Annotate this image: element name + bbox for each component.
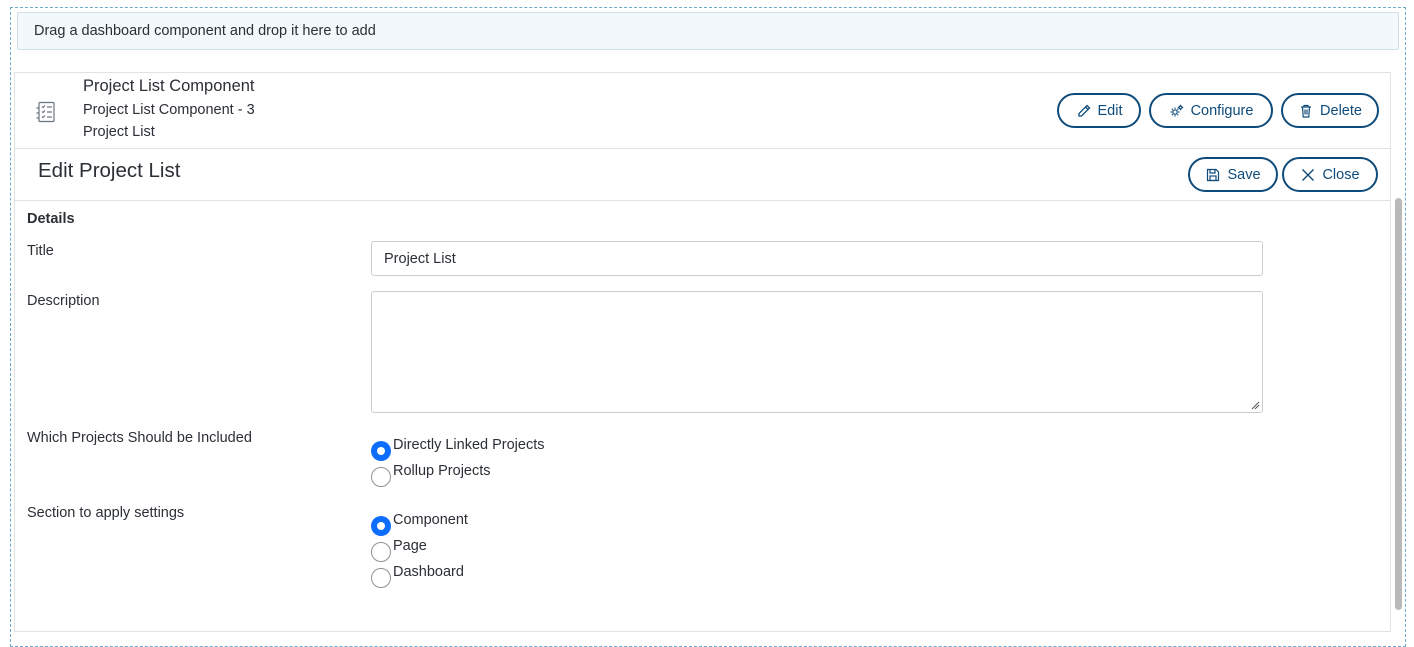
radio-directly-linked[interactable]: Directly Linked Projects: [371, 437, 545, 461]
configure-button[interactable]: Configure: [1149, 93, 1273, 128]
scrollbar-thumb[interactable]: [1395, 198, 1402, 610]
radio-label: Dashboard: [393, 564, 464, 580]
details-heading: Details: [27, 211, 75, 227]
delete-button-label: Delete: [1320, 102, 1362, 119]
radio-button[interactable]: [371, 467, 391, 487]
radio-button-checked[interactable]: [371, 441, 391, 461]
resize-grip-icon[interactable]: [1250, 400, 1260, 410]
edit-button[interactable]: Edit: [1057, 93, 1141, 128]
component-type: Project List: [83, 124, 155, 140]
radio-button-checked[interactable]: [371, 516, 391, 536]
edit-button-label: Edit: [1097, 102, 1123, 119]
drop-zone[interactable]: Drag a dashboard component and drop it h…: [17, 12, 1399, 50]
radio-label: Directly Linked Projects: [393, 437, 545, 453]
radio-label: Page: [393, 538, 427, 554]
component-card: Project List Component Project List Comp…: [14, 72, 1391, 632]
save-button[interactable]: Save: [1188, 157, 1278, 192]
description-textarea[interactable]: [371, 291, 1263, 413]
edit-toolbar: Edit Project List Save Close: [15, 149, 1390, 201]
edit-form: Details Title Description Which Projects…: [15, 201, 1390, 631]
component-subtitle: Project List Component - 3: [83, 102, 255, 118]
configure-button-label: Configure: [1190, 102, 1254, 119]
checklist-icon: [34, 100, 58, 124]
radio-dashboard[interactable]: Dashboard: [371, 564, 464, 588]
title-input[interactable]: [371, 241, 1263, 276]
save-icon: [1207, 168, 1220, 181]
gears-icon: [1170, 104, 1183, 116]
component-title: Project List Component: [83, 77, 255, 95]
description-label: Description: [27, 293, 100, 309]
save-button-label: Save: [1227, 166, 1261, 183]
section-settings-label: Section to apply settings: [27, 505, 185, 521]
close-button[interactable]: Close: [1282, 157, 1378, 192]
radio-label: Rollup Projects: [393, 463, 491, 479]
drop-zone-text: Drag a dashboard component and drop it h…: [34, 23, 376, 39]
projects-label: Which Projects Should be Included: [27, 430, 252, 446]
radio-button[interactable]: [371, 568, 391, 588]
component-header: Project List Component Project List Comp…: [15, 73, 1390, 149]
delete-button[interactable]: Delete: [1281, 93, 1379, 128]
radio-label: Component: [393, 512, 468, 528]
title-label: Title: [27, 243, 54, 259]
radio-page[interactable]: Page: [371, 538, 427, 562]
radio-button[interactable]: [371, 542, 391, 562]
trash-icon: [1301, 104, 1312, 118]
edit-panel-title: Edit Project List: [38, 159, 181, 182]
radio-rollup[interactable]: Rollup Projects: [371, 463, 491, 487]
close-button-label: Close: [1322, 166, 1360, 183]
pencil-icon: [1077, 104, 1090, 117]
close-icon: [1302, 168, 1315, 181]
radio-component[interactable]: Component: [371, 512, 468, 536]
